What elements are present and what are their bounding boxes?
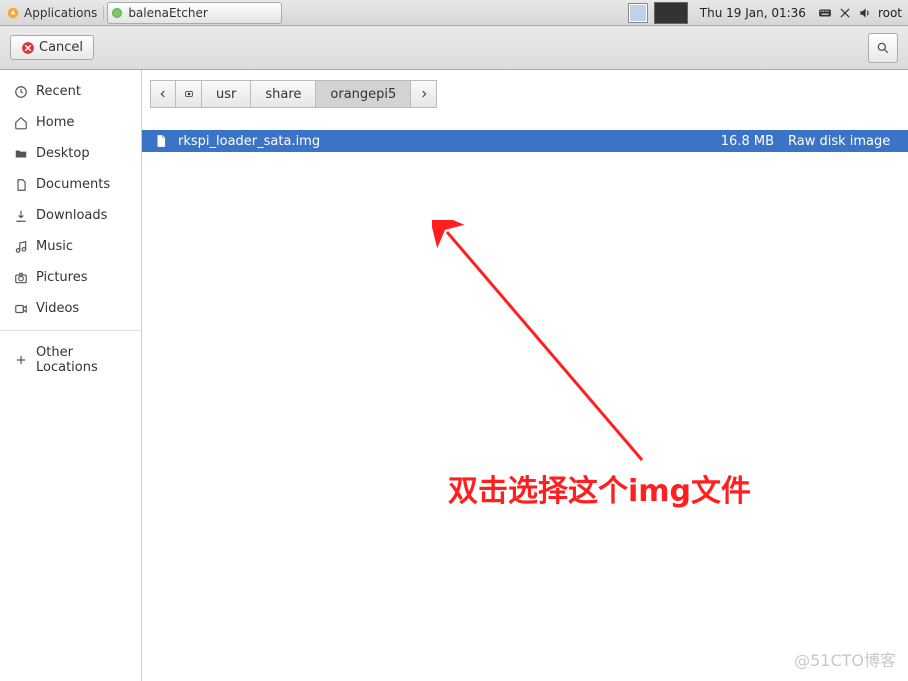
- file-row[interactable]: rkspi_loader_sata.img 16.8 MB Raw disk i…: [142, 130, 908, 152]
- home-icon: [14, 116, 28, 130]
- path-segment-label: usr: [216, 87, 236, 102]
- file-name: rkspi_loader_sata.img: [178, 134, 708, 149]
- applications-menu[interactable]: Applications: [0, 6, 104, 20]
- sidebar-item-videos[interactable]: Videos: [0, 293, 141, 324]
- path-root-button[interactable]: [176, 80, 202, 108]
- system-panel: Applications balenaEtcher Thu 19 Jan, 01…: [0, 0, 908, 26]
- xfce-logo-icon: [6, 6, 20, 20]
- sidebar-item-recent[interactable]: Recent: [0, 76, 141, 107]
- balenaetcher-icon: [112, 8, 122, 18]
- sidebar-item-pictures[interactable]: Pictures: [0, 262, 141, 293]
- show-desktop-button[interactable]: [628, 3, 648, 23]
- file-chooser-content: usr share orangepi5 rkspi_loader_sata.im…: [142, 70, 908, 681]
- sidebar-item-label: Downloads: [36, 208, 107, 223]
- sidebar-item-label: Recent: [36, 84, 81, 99]
- system-tray: Thu 19 Jan, 01:36 root: [694, 6, 908, 20]
- path-segment-share[interactable]: share: [251, 80, 316, 108]
- sidebar-item-label: Videos: [36, 301, 79, 316]
- sidebar-item-documents[interactable]: Documents: [0, 169, 141, 200]
- sidebar-item-label: Home: [36, 115, 74, 130]
- network-disconnected-icon[interactable]: [838, 6, 852, 20]
- document-icon: [14, 178, 28, 192]
- sidebar-item-label: Pictures: [36, 270, 87, 285]
- plus-icon: [14, 353, 28, 367]
- sidebar-item-home[interactable]: Home: [0, 107, 141, 138]
- file-list[interactable]: rkspi_loader_sata.img 16.8 MB Raw disk i…: [142, 130, 908, 152]
- taskbar-balenaetcher[interactable]: balenaEtcher: [107, 2, 282, 24]
- sidebar-item-music[interactable]: Music: [0, 231, 141, 262]
- cancel-label: Cancel: [39, 40, 83, 55]
- keyboard-icon[interactable]: [818, 6, 832, 20]
- path-segment-label: share: [265, 87, 301, 102]
- sidebar-item-label: Documents: [36, 177, 110, 192]
- search-button[interactable]: [868, 33, 898, 63]
- dialog-body: Recent Home Desktop Documents Downloads …: [0, 70, 908, 681]
- clock-icon: [14, 85, 28, 99]
- task-title: balenaEtcher: [128, 6, 207, 20]
- sidebar-item-downloads[interactable]: Downloads: [0, 200, 141, 231]
- applications-label: Applications: [24, 6, 97, 20]
- volume-icon[interactable]: [858, 6, 872, 20]
- sidebar-separator: [0, 330, 141, 331]
- places-sidebar: Recent Home Desktop Documents Downloads …: [0, 70, 142, 681]
- sidebar-item-desktop[interactable]: Desktop: [0, 138, 141, 169]
- file-size: 16.8 MB: [708, 134, 788, 149]
- path-forward-button[interactable]: [411, 80, 437, 108]
- path-bar: usr share orangepi5: [142, 70, 908, 118]
- path-back-button[interactable]: [150, 80, 176, 108]
- path-segment-orangepi5[interactable]: orangepi5: [316, 80, 411, 108]
- video-icon: [14, 302, 28, 316]
- folder-icon: [14, 147, 28, 161]
- watermark: @51CTO博客: [794, 647, 896, 671]
- panel-left: Applications balenaEtcher: [0, 0, 285, 26]
- file-type: Raw disk image: [788, 134, 898, 149]
- sidebar-item-other-locations[interactable]: Other Locations: [0, 337, 141, 383]
- sidebar-item-label: Other Locations: [36, 345, 127, 375]
- download-icon: [14, 209, 28, 223]
- camera-icon: [14, 271, 28, 285]
- user-label[interactable]: root: [878, 6, 902, 20]
- path-segment-label: orangepi5: [330, 87, 396, 102]
- sidebar-item-label: Desktop: [36, 146, 90, 161]
- sidebar-item-label: Music: [36, 239, 73, 254]
- clock[interactable]: Thu 19 Jan, 01:36: [694, 6, 812, 20]
- music-icon: [14, 240, 28, 254]
- annotation-text: 双击选择这个img文件: [448, 466, 751, 510]
- workspace-switcher[interactable]: [654, 2, 688, 24]
- annotation-arrow-icon: [432, 220, 672, 470]
- cancel-button[interactable]: Cancel: [10, 35, 94, 60]
- search-icon: [876, 41, 890, 55]
- dialog-toolbar: Cancel: [0, 26, 908, 70]
- cancel-icon: [21, 41, 35, 55]
- file-icon: [154, 134, 168, 148]
- path-segment-usr[interactable]: usr: [202, 80, 251, 108]
